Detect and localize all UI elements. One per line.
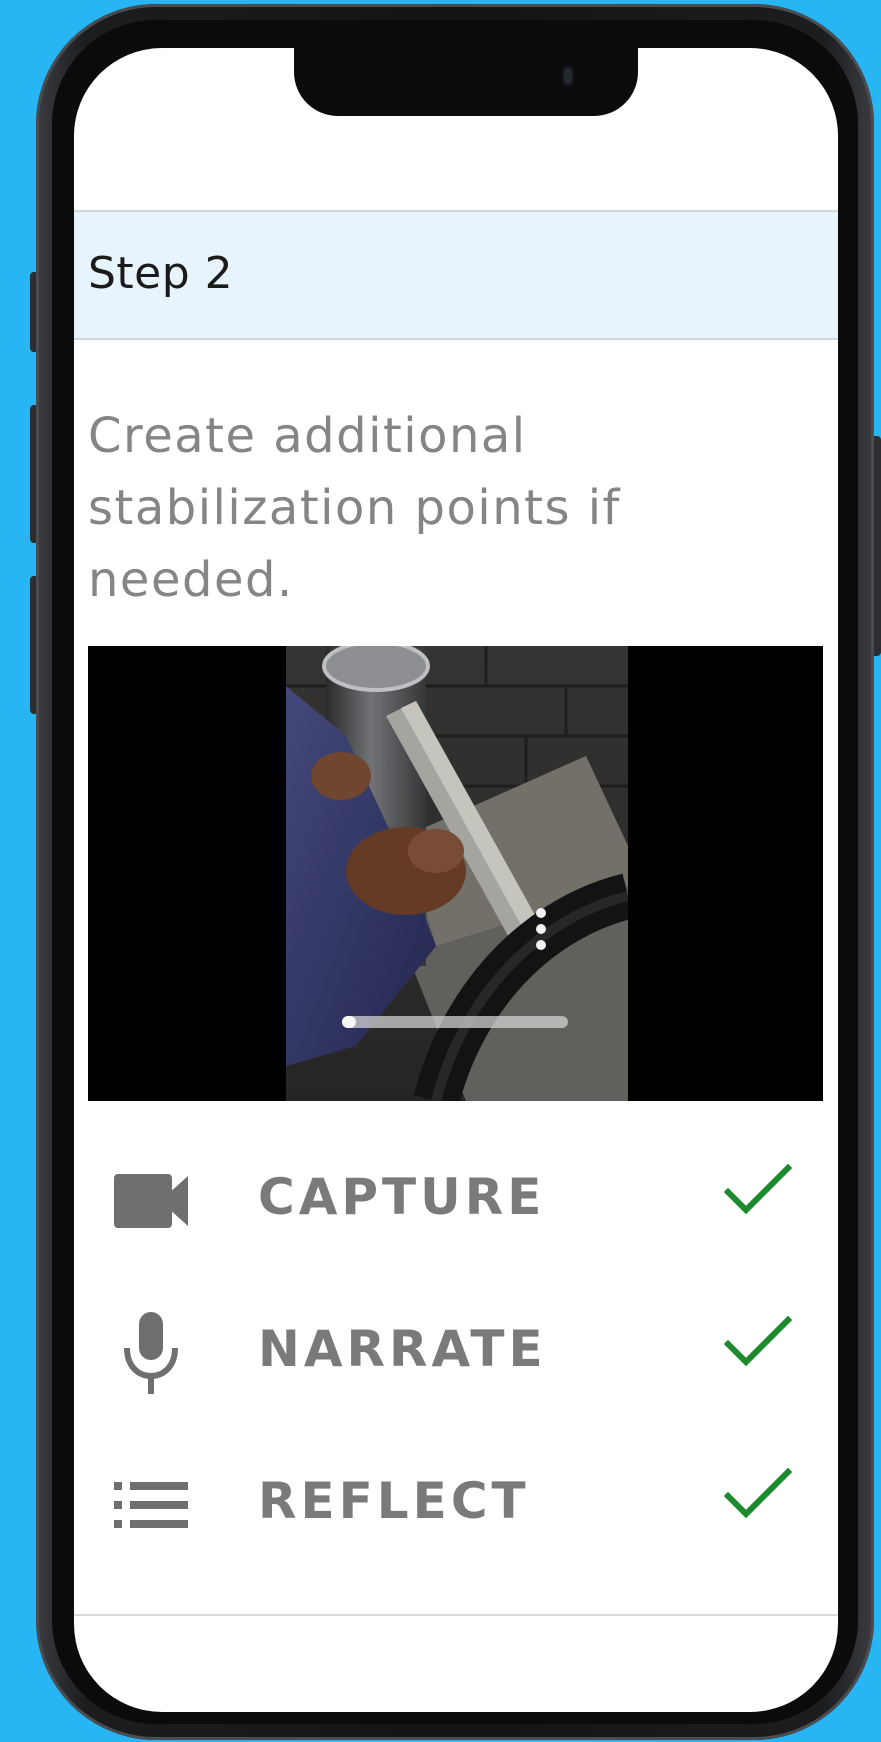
app-stage: Step 2 Create additional stabilization p… bbox=[0, 0, 881, 1742]
checkmark-icon bbox=[724, 1163, 792, 1215]
front-camera-icon bbox=[564, 68, 572, 84]
video-player[interactable] bbox=[88, 646, 823, 1101]
checkmark-icon bbox=[724, 1467, 792, 1519]
notch bbox=[294, 48, 638, 116]
video-thumbnail bbox=[286, 646, 628, 1101]
phone-screen: Step 2 Create additional stabilization p… bbox=[74, 48, 838, 1712]
video-frame[interactable] bbox=[286, 646, 628, 1101]
action-row-capture[interactable]: CAPTURE bbox=[74, 1138, 838, 1290]
video-camera-icon bbox=[114, 1174, 188, 1228]
microphone-icon bbox=[124, 1312, 178, 1394]
phone-frame: Step 2 Create additional stabilization p… bbox=[36, 4, 874, 1740]
step-instruction: Create additional stabilization points i… bbox=[88, 408, 621, 608]
video-progress-fill bbox=[342, 1016, 356, 1028]
action-label: REFLECT bbox=[258, 1472, 530, 1530]
bottom-divider bbox=[74, 1614, 838, 1616]
video-more-options-icon[interactable] bbox=[536, 908, 546, 958]
checkmark-icon bbox=[724, 1315, 792, 1367]
action-label: CAPTURE bbox=[258, 1168, 546, 1226]
step-header: Step 2 bbox=[74, 210, 838, 340]
action-row-reflect[interactable]: REFLECT bbox=[74, 1442, 838, 1594]
list-icon bbox=[114, 1482, 188, 1528]
step-title: Step 2 bbox=[88, 248, 234, 299]
action-label: NARRATE bbox=[258, 1320, 547, 1378]
video-progress-bar[interactable] bbox=[342, 1016, 568, 1028]
action-list: CAPTURE NARRATE REFLECT bbox=[74, 1138, 838, 1594]
action-row-narrate[interactable]: NARRATE bbox=[74, 1290, 838, 1442]
